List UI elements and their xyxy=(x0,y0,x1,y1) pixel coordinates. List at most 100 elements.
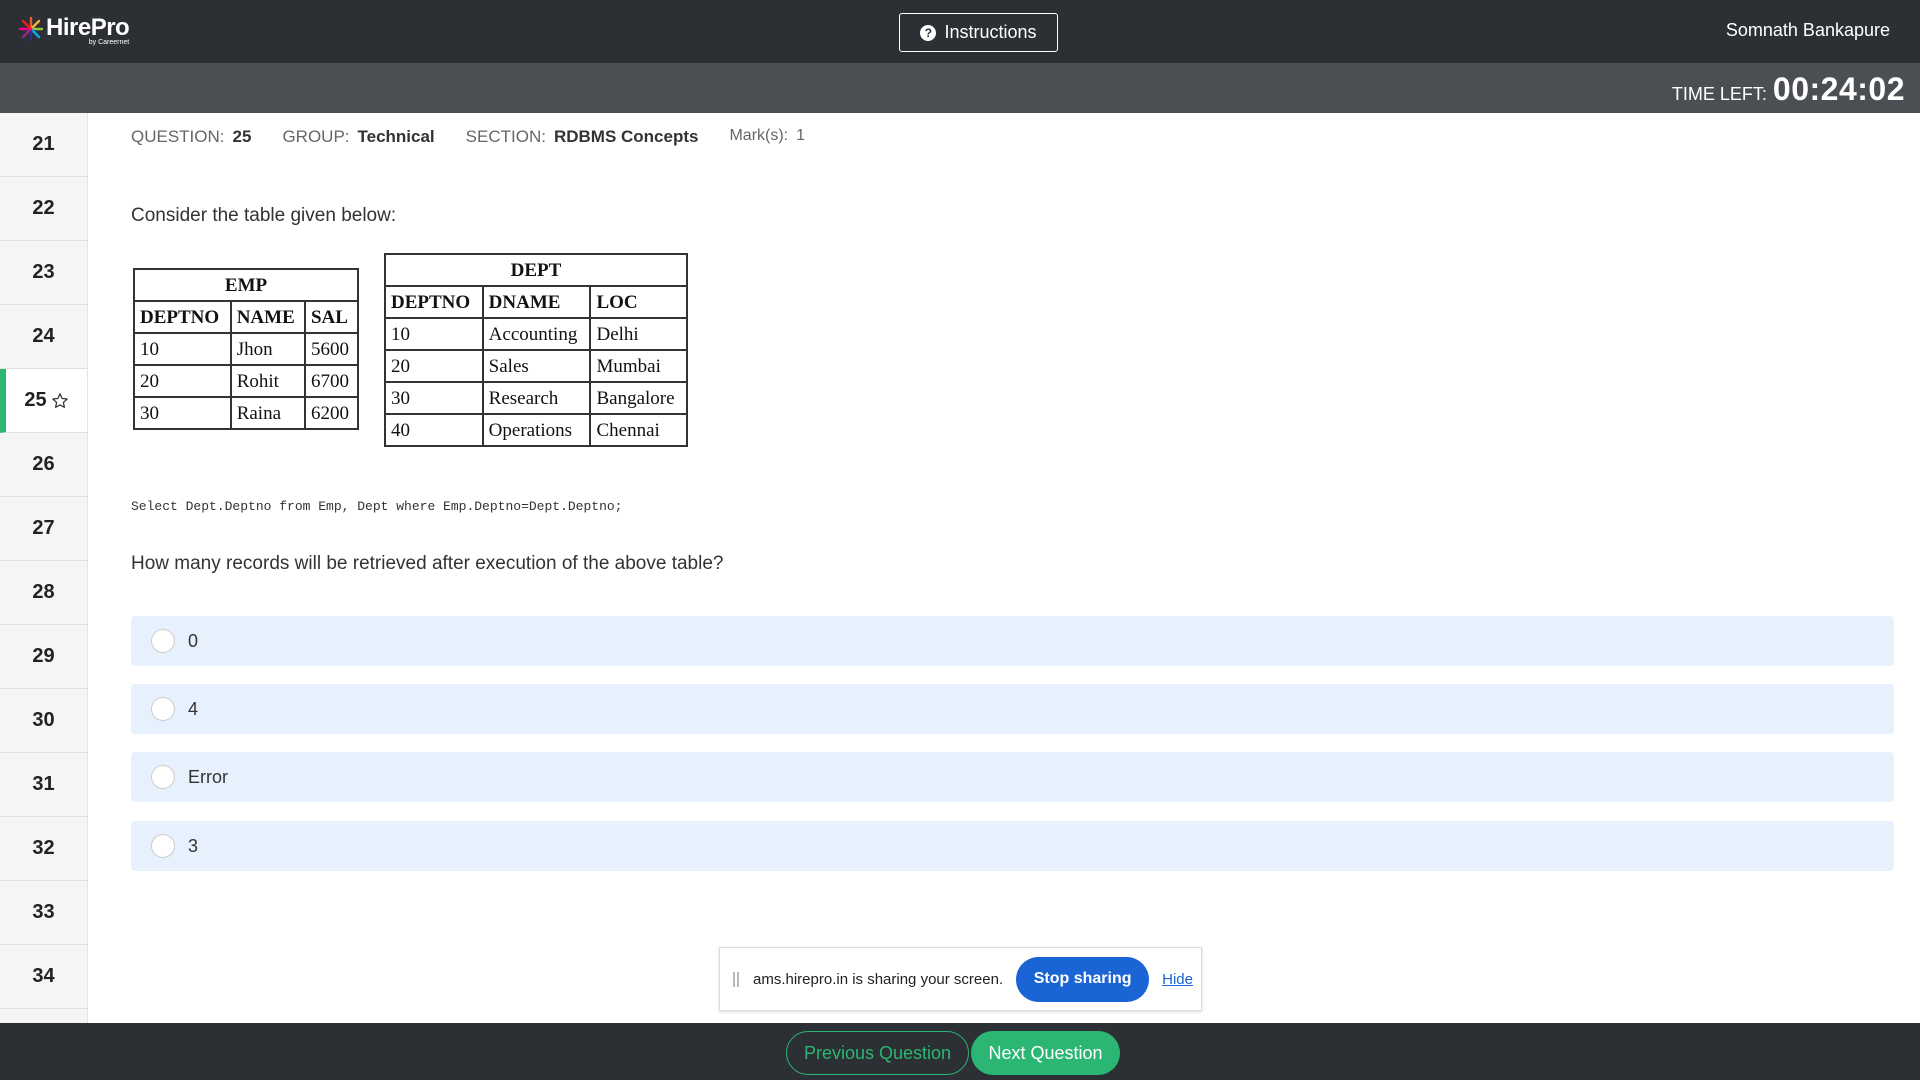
table-cell: Research xyxy=(481,381,592,415)
table-cell: 20 xyxy=(133,364,232,398)
table-header-cell: NAME xyxy=(229,300,306,334)
answer-option[interactable]: 0 xyxy=(131,616,1894,666)
table-cell: Bangalore xyxy=(589,381,688,415)
table-row: 30 Raina 6200 xyxy=(133,396,360,430)
question-nav-item[interactable]: 21 xyxy=(0,113,87,177)
question-nav-item[interactable]: 27 xyxy=(0,497,87,561)
question-number-label: QUESTION: xyxy=(131,127,225,146)
question-circle-icon: ? xyxy=(920,24,937,41)
radio-button[interactable] xyxy=(151,834,175,858)
table-cell: 10 xyxy=(133,332,232,366)
question-nav-number: 30 xyxy=(32,709,55,731)
group-label: GROUP: xyxy=(282,127,350,146)
answer-option[interactable]: 3 xyxy=(131,821,1894,871)
question-meta: QUESTION: 25 GROUP: Technical SECTION: R… xyxy=(131,127,805,147)
question-prompt: Consider the table given below: xyxy=(131,205,397,226)
question-nav-item[interactable]: 22 xyxy=(0,177,87,241)
table-row: 10 Accounting Delhi xyxy=(384,317,688,351)
radio-button[interactable] xyxy=(151,629,175,653)
question-nav-number: 33 xyxy=(32,901,55,923)
table-cell: Mumbai xyxy=(589,349,688,383)
timer-value: 00:24:02 xyxy=(1772,71,1905,107)
question-nav-number: 22 xyxy=(32,197,55,219)
question-nav-item[interactable]: 26 xyxy=(0,433,87,497)
table-cell: 20 xyxy=(384,349,484,383)
table-row: 40 Operations Chennai xyxy=(384,413,688,447)
question-nav-number: 29 xyxy=(32,645,55,667)
star-outline-icon[interactable] xyxy=(51,392,69,410)
instructions-label: Instructions xyxy=(944,22,1037,42)
answer-option[interactable]: 4 xyxy=(131,684,1894,734)
previous-question-button[interactable]: Previous Question xyxy=(786,1031,969,1075)
table-cell: Chennai xyxy=(589,413,688,447)
question-nav-item[interactable]: 33 xyxy=(0,881,87,945)
question-nav-sidebar: 21 22 23 24 25 26 27 28 29 30 31 32 33 3… xyxy=(0,113,88,1023)
question-nav-number: 27 xyxy=(32,517,55,539)
table-row: 10 Jhon 5600 xyxy=(133,332,360,366)
timer-bar: TIME LEFT: 00:24:02 xyxy=(0,63,1920,113)
drag-handle-icon[interactable] xyxy=(733,971,739,987)
answer-option-label: Error xyxy=(188,766,228,787)
username: Somnath Bankapure xyxy=(1725,20,1890,40)
question-nav-number: 21 xyxy=(32,133,55,155)
question-nav-item[interactable]: 24 xyxy=(0,305,87,369)
question-nav-number: 24 xyxy=(32,325,55,347)
question-nav-item[interactable]: 34 xyxy=(0,945,87,1009)
next-question-button[interactable]: Next Question xyxy=(971,1031,1120,1075)
question-nav-number: 25 xyxy=(24,389,47,411)
table-header-cell: DEPTNO xyxy=(133,300,232,334)
question-nav-item[interactable]: 23 xyxy=(0,241,87,305)
emp-table: EMP DEPTNO NAME SAL 10 Jhon 5600 20 Rohi… xyxy=(133,268,360,430)
question-nav-item[interactable]: 32 xyxy=(0,817,87,881)
table-header-cell: SAL xyxy=(303,300,360,334)
footer-bar: Previous Question Next Question xyxy=(0,1023,1920,1080)
table-cell: 30 xyxy=(384,381,484,415)
table-cell: 6700 xyxy=(303,364,360,398)
radio-button[interactable] xyxy=(151,697,175,721)
answer-option[interactable]: Error xyxy=(131,752,1894,802)
table-cell: Raina xyxy=(229,396,306,430)
sharing-message: ams.hirepro.in is sharing your screen. xyxy=(753,970,1004,988)
answer-option-label: 3 xyxy=(188,835,199,856)
question-nav-item[interactable]: 28 xyxy=(0,561,87,625)
radio-button[interactable] xyxy=(151,765,175,789)
dept-table: DEPT DEPTNO DNAME LOC 10 Accounting Delh… xyxy=(384,253,688,447)
table-cell: 6200 xyxy=(303,396,360,430)
question-nav-item-current[interactable]: 25 xyxy=(0,369,87,433)
table-cell: Sales xyxy=(481,349,592,383)
emp-table-title: EMP xyxy=(133,268,359,302)
answer-option-label: 4 xyxy=(188,698,199,719)
table-header-cell: LOC xyxy=(589,285,688,319)
question-number-value: 25 xyxy=(232,127,252,146)
group-value: Technical xyxy=(357,127,435,146)
table-cell: Operations xyxy=(481,413,592,447)
question-nav-item[interactable]: 29 xyxy=(0,625,87,689)
question-nav-number: 26 xyxy=(32,453,55,475)
screen-sharing-bar: ams.hirepro.in is sharing your screen. S… xyxy=(719,947,1202,1011)
timer: TIME LEFT: 00:24:02 xyxy=(1672,71,1905,108)
top-header: HirePro by Careernet ? Instructions Somn… xyxy=(0,0,1920,63)
table-cell: Accounting xyxy=(481,317,592,351)
question-nav-item[interactable]: 31 xyxy=(0,753,87,817)
hide-link[interactable]: Hide xyxy=(1162,971,1193,988)
marks-value: 1 xyxy=(796,127,806,144)
table-cell: 5600 xyxy=(303,332,360,366)
table-cell: Rohit xyxy=(229,364,306,398)
logo-star-icon xyxy=(18,16,44,42)
table-row: 30 Research Bangalore xyxy=(384,381,688,415)
instructions-button[interactable]: ? Instructions xyxy=(899,13,1058,52)
question-nav-number: 34 xyxy=(32,965,55,987)
question-text: How many records will be retrieved after… xyxy=(131,553,724,574)
table-cell: 10 xyxy=(384,317,484,351)
logo-name: HirePro xyxy=(46,14,130,41)
answer-option-label: 0 xyxy=(188,630,199,651)
hirepro-logo[interactable]: HirePro by Careernet xyxy=(18,14,130,46)
table-cell: 30 xyxy=(133,396,232,430)
table-header-cell: DEPTNO xyxy=(384,285,484,319)
section-label: SECTION: xyxy=(465,127,546,146)
section-value: RDBMS Concepts xyxy=(553,127,699,146)
sql-query: Select Dept.Deptno from Emp, Dept where … xyxy=(131,499,623,514)
dept-table-title: DEPT xyxy=(384,253,688,287)
question-nav-item[interactable]: 30 xyxy=(0,689,87,753)
stop-sharing-button[interactable]: Stop sharing xyxy=(1016,956,1150,1002)
